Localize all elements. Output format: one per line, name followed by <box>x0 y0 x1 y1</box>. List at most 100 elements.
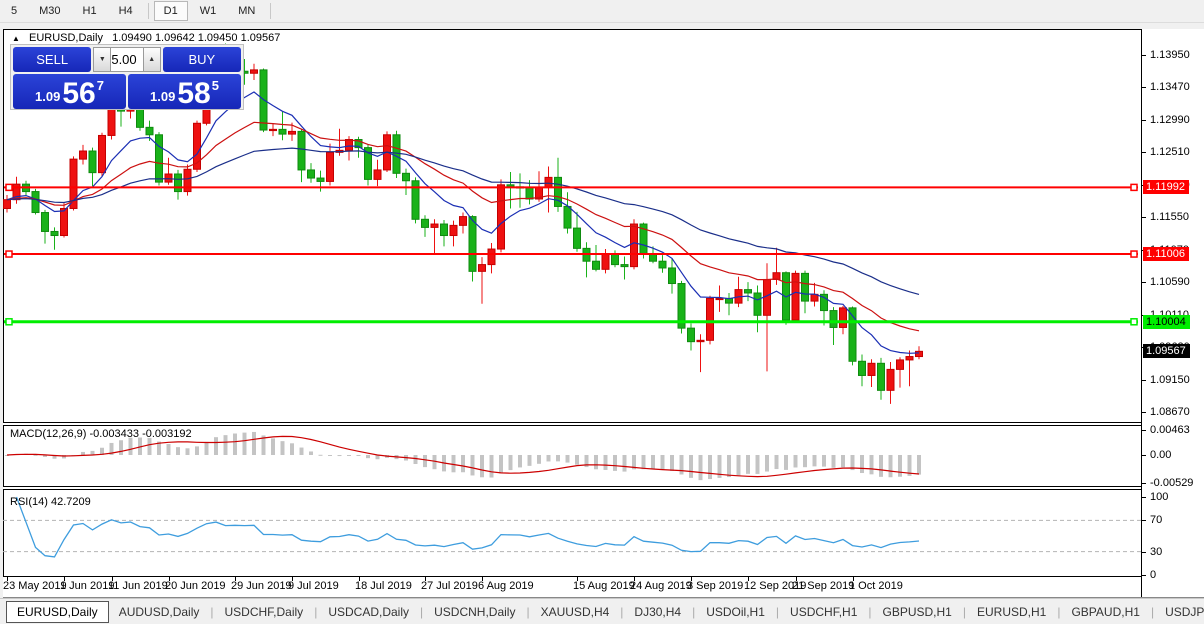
chart-tab-usdcnh-daily[interactable]: USDCNH,Daily <box>424 602 525 622</box>
chart-tab-gbpaud-h1[interactable]: GBPAUD,H1 <box>1061 602 1149 622</box>
candle-body <box>31 191 40 214</box>
timeframe-button-h4[interactable]: H4 <box>109 1 143 21</box>
chart-symbol-label: EURUSD,Daily <box>28 32 103 44</box>
macd-bar <box>575 455 579 465</box>
candle-body <box>867 362 876 376</box>
candle-body <box>715 297 724 301</box>
chart-tab-xauusd-h4[interactable]: XAUUSD,H4 <box>531 602 620 622</box>
candle-body <box>744 289 752 294</box>
line-handle[interactable] <box>1130 183 1138 192</box>
candle-body <box>858 360 866 376</box>
line-handle[interactable] <box>1130 318 1138 326</box>
timeframe-button-m30[interactable]: M30 <box>29 1 70 21</box>
volume-input[interactable]: 5.00 <box>111 47 143 72</box>
rsi-line <box>15 496 920 558</box>
macd-tick <box>1142 430 1146 431</box>
chart-tab-usdoil-h1[interactable]: USDOil,H1 <box>696 602 775 622</box>
macd-bar <box>147 438 152 455</box>
candle-body <box>487 248 496 266</box>
macd-bar <box>451 455 456 473</box>
macd-bar <box>299 447 304 455</box>
sell-price-pip: 7 <box>96 78 104 93</box>
candle-body <box>41 212 49 232</box>
candle-body <box>250 69 258 74</box>
candle-body <box>592 260 600 270</box>
sell-price-prefix: 1.09 <box>35 89 61 104</box>
chart-tab-usdjp[interactable]: USDJP <box>1155 602 1204 622</box>
candle-body <box>269 128 277 132</box>
line-handle[interactable] <box>1130 250 1138 258</box>
macd-bar <box>727 455 731 478</box>
macd-bar <box>166 444 171 455</box>
chart-tab-bar: EURUSD,Daily AUDUSD,Daily | USDCHF,Daily | US… <box>0 598 1204 624</box>
macd-bar <box>185 448 190 455</box>
candle-body <box>316 177 325 182</box>
chart-tab-usdcad-daily[interactable]: USDCAD,Daily <box>318 602 419 622</box>
chart-tab-usdchf-h1[interactable]: USDCHF,H1 <box>780 602 867 622</box>
macd-bar <box>698 455 703 481</box>
timeframe-button-h1[interactable]: H1 <box>73 1 107 21</box>
chart-tab-dj30-h4[interactable]: DJ30,H4 <box>624 602 691 622</box>
candle-body <box>459 216 467 226</box>
price-tick-label: 1.10590 <box>1150 276 1190 288</box>
candle-body <box>421 218 429 228</box>
date-tick-label: 24 Aug 2019 <box>630 580 692 592</box>
candle-body <box>573 227 581 249</box>
price-tick <box>1142 87 1146 88</box>
sell-price-display[interactable]: 1.09 56 7 <box>13 74 126 109</box>
macd-bar <box>765 455 769 472</box>
candle-body <box>468 216 477 272</box>
buy-price-display[interactable]: 1.09 58 5 <box>128 74 241 109</box>
macd-bar <box>841 455 845 468</box>
macd-bar <box>470 455 475 476</box>
candle-body <box>601 253 610 270</box>
timeframe-button-mn[interactable]: MN <box>228 1 265 21</box>
line-handle[interactable] <box>5 183 13 192</box>
date-axis[interactable]: 23 May 2019 1 Jun 2019 11 Jun 2019 20 Jun 2… <box>3 577 1141 597</box>
volume-increase-icon[interactable]: ▲ <box>142 47 161 72</box>
sell-button[interactable]: SELL <box>13 47 92 72</box>
macd-bar <box>888 455 893 478</box>
macd-bar <box>356 455 361 456</box>
line-handle[interactable] <box>5 250 13 258</box>
chart-tab-gbpusd-h1[interactable]: GBPUSD,H1 <box>873 602 962 622</box>
macd-bar <box>309 451 313 455</box>
date-tick-label: 3 Sep 2019 <box>687 580 744 592</box>
macd-bar <box>670 455 674 471</box>
volume-decrease-icon[interactable]: ▼ <box>93 47 112 72</box>
date-tick-label: 29 Jun 2019 <box>231 580 292 592</box>
macd-bar <box>679 455 684 475</box>
candle-body <box>288 130 296 135</box>
buy-price-pip: 5 <box>211 78 219 93</box>
price-tick-label: 1.08670 <box>1150 406 1190 418</box>
price-tick <box>1142 55 1146 56</box>
candle-body <box>373 169 382 180</box>
collapse-chart-icon[interactable]: ▲ <box>12 34 20 43</box>
chart-tab-eurusd-h1[interactable]: EURUSD,H1 <box>967 602 1056 622</box>
buy-button[interactable]: BUY <box>162 47 241 72</box>
macd-bar <box>917 455 921 475</box>
rsi-tick-label: 0 <box>1150 569 1157 581</box>
timeframe-button-d1[interactable]: D1 <box>153 1 188 21</box>
candle-body <box>668 267 676 285</box>
line-handle[interactable] <box>5 318 13 326</box>
chart-tab-audusd-daily[interactable]: AUDUSD,Daily <box>109 602 210 622</box>
candle-body <box>915 350 923 358</box>
macd-bar <box>233 433 237 455</box>
timeframe-button-5[interactable]: 5 <box>1 1 27 21</box>
date-tick-label: 27 Jul 2019 <box>421 580 478 592</box>
macd-bar <box>280 441 285 455</box>
candle-body <box>430 223 439 228</box>
timeframe-button-w1[interactable]: W1 <box>190 1 227 21</box>
candle-body <box>877 362 885 391</box>
chart-tab-usdchf-daily[interactable]: USDCHF,Daily <box>215 602 314 622</box>
macd-bar <box>869 455 874 475</box>
price-axis[interactable]: 1.139501.134701.129901.125101.120301.115… <box>1142 29 1204 597</box>
candle-body <box>839 307 847 328</box>
macd-bar <box>214 437 218 455</box>
candle-body <box>905 356 914 361</box>
chart-tab-eurusd-daily[interactable]: EURUSD,Daily <box>6 600 109 623</box>
macd-bar <box>603 455 608 470</box>
macd-bar <box>508 455 513 471</box>
current-price-tag: 1.09567 <box>1143 344 1190 358</box>
